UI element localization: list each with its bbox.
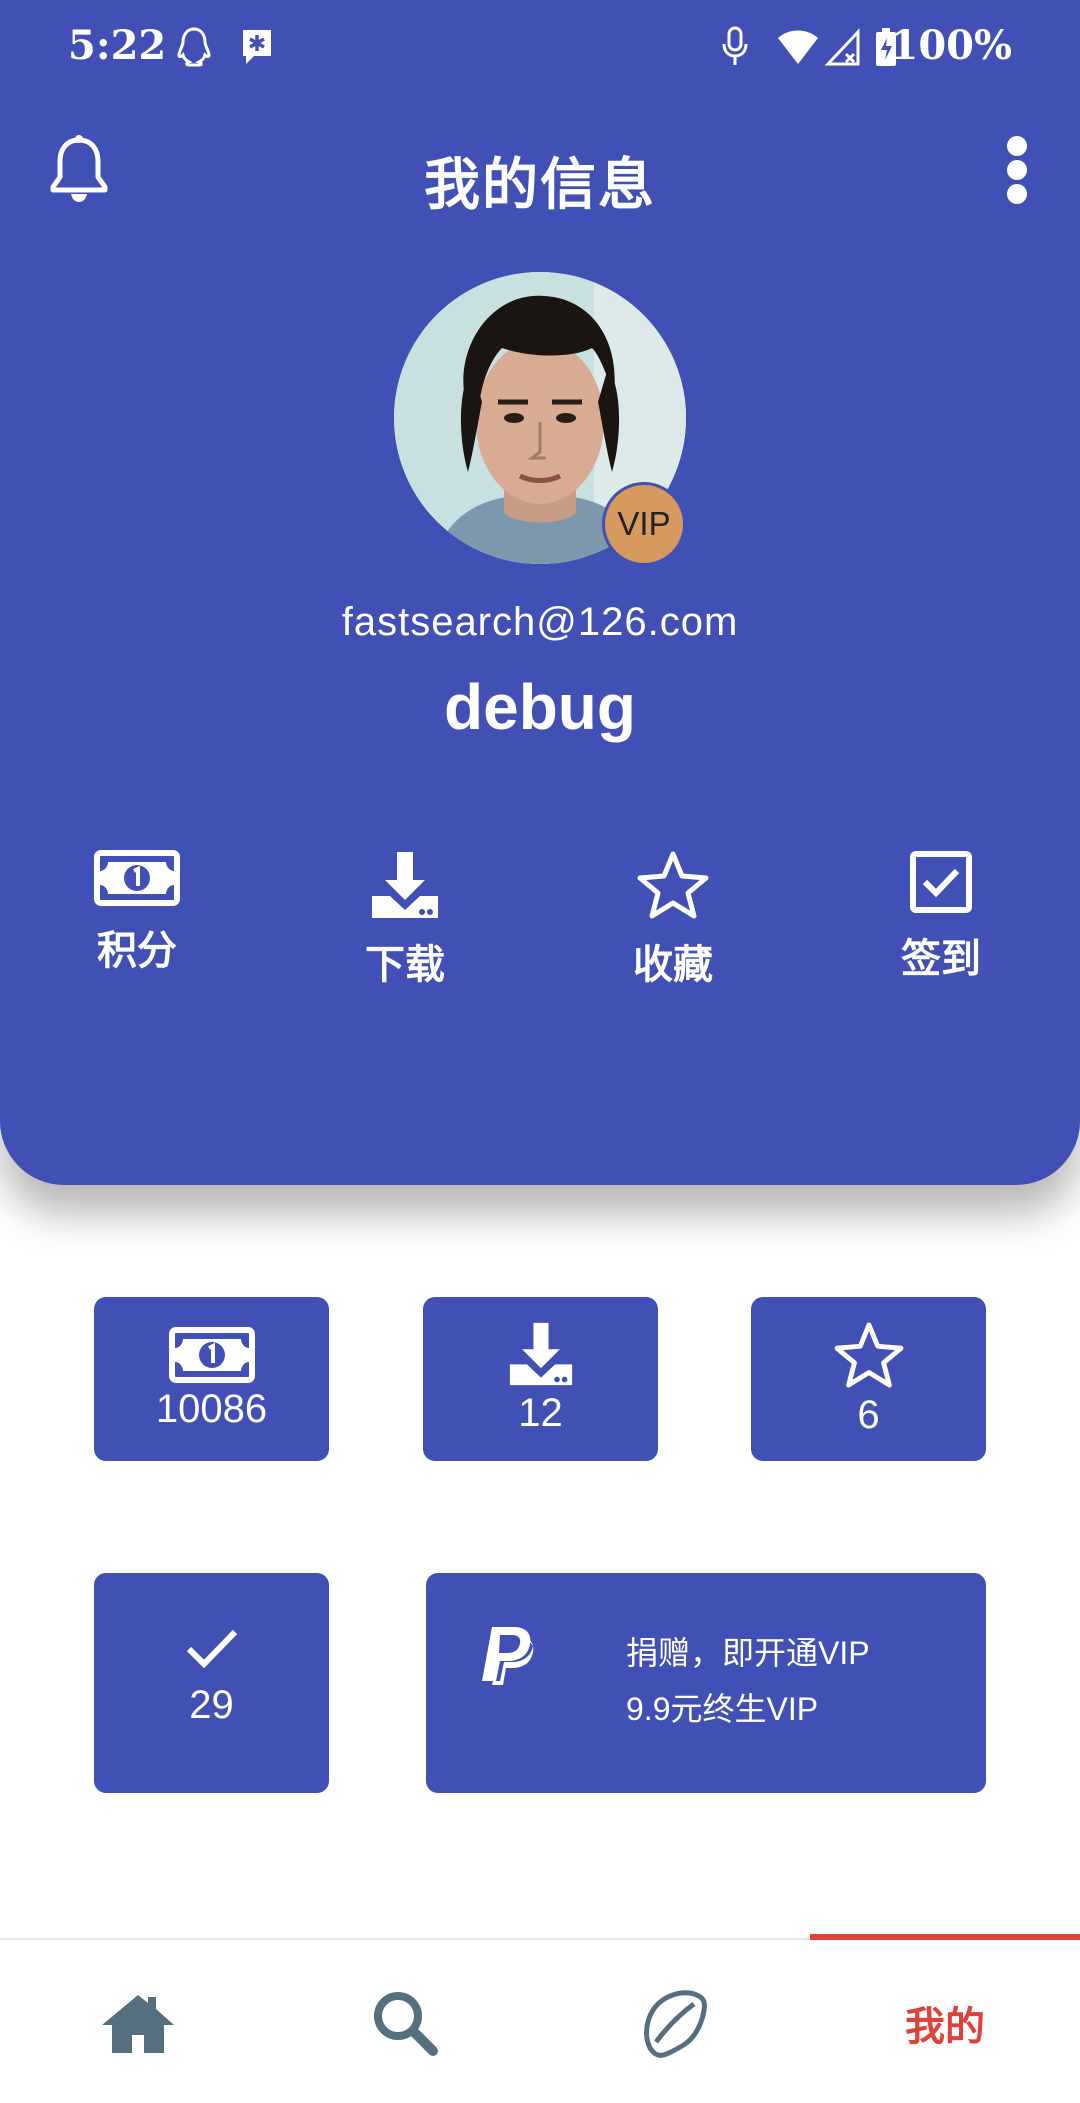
more-options-icon[interactable]	[1002, 134, 1032, 206]
profile-header-panel: 5:22 100% 我的信息 VIP fastsearch@126.com de…	[0, 0, 1080, 1185]
vip-badge: VIP	[602, 482, 686, 566]
star-icon	[834, 1322, 903, 1388]
status-time: 5:22	[68, 22, 167, 69]
checkmark-icon	[186, 1629, 237, 1669]
avatar-container[interactable]: VIP	[394, 272, 686, 566]
user-email: fastsearch@126.com	[341, 600, 739, 644]
money-icon	[168, 1327, 255, 1383]
downloads-count: 12	[518, 1391, 563, 1435]
donate-price: 9.9元终生VIP	[626, 1691, 819, 1727]
wifi-icon	[778, 30, 818, 64]
home-icon	[102, 1994, 174, 2053]
points-tile[interactable]: 10086	[94, 1297, 329, 1461]
quick-action-favorites[interactable]: 收藏	[573, 850, 773, 1010]
page-title: 我的信息	[424, 153, 656, 216]
checkin-count: 29	[189, 1683, 234, 1727]
quick-action-label: 积分	[97, 929, 177, 973]
download-icon	[372, 852, 438, 918]
download-icon	[509, 1322, 572, 1386]
notification-app-icon	[177, 27, 211, 67]
bottom-navigation: 我的	[0, 1934, 1080, 2103]
paypal-icon	[482, 1627, 534, 1685]
quick-action-checkin[interactable]: 签到	[841, 850, 1041, 1010]
nav-tab-mine-label: 我的	[905, 2004, 985, 2049]
quick-action-downloads[interactable]: 下载	[305, 850, 505, 1010]
nav-tab-discover[interactable]	[540, 1940, 810, 2103]
status-bar: 5:22 100%	[0, 0, 1080, 96]
quick-action-points[interactable]: 积分	[37, 850, 237, 1010]
quick-action-label: 签到	[901, 937, 981, 981]
leaf-icon	[644, 1989, 707, 2058]
downloads-tile[interactable]: 12	[423, 1297, 658, 1461]
app-bar: 我的信息	[0, 110, 1080, 230]
donate-text: 捐赠，即开通VIP 9.9元终生VIP	[626, 1625, 870, 1737]
checkbox-icon	[910, 851, 972, 913]
nav-tab-home[interactable]	[3, 1940, 273, 2103]
search-icon	[374, 1991, 438, 2056]
star-icon	[637, 851, 709, 919]
quick-actions: 积分 下载 收藏 签到	[0, 850, 1080, 1010]
signal-icon	[824, 28, 860, 66]
checkin-tile[interactable]: 29	[94, 1573, 329, 1793]
battery-percent: 100%	[890, 22, 1012, 69]
chat-notification-icon	[243, 30, 271, 64]
points-count: 10086	[155, 1387, 268, 1431]
donate-title: 捐赠，即开通VIP	[626, 1635, 870, 1671]
nav-tab-mine[interactable]: 我的	[810, 1940, 1080, 2103]
money-icon	[94, 850, 180, 906]
nav-tab-search[interactable]	[270, 1940, 540, 2103]
favorites-tile[interactable]: 6	[751, 1297, 986, 1461]
microphone-icon	[722, 26, 748, 65]
quick-action-label: 收藏	[633, 943, 713, 987]
username: debug	[444, 671, 636, 743]
favorites-count: 6	[857, 1393, 880, 1437]
quick-action-label: 下载	[365, 943, 445, 987]
donate-vip-tile[interactable]: 捐赠，即开通VIP 9.9元终生VIP	[426, 1573, 986, 1793]
